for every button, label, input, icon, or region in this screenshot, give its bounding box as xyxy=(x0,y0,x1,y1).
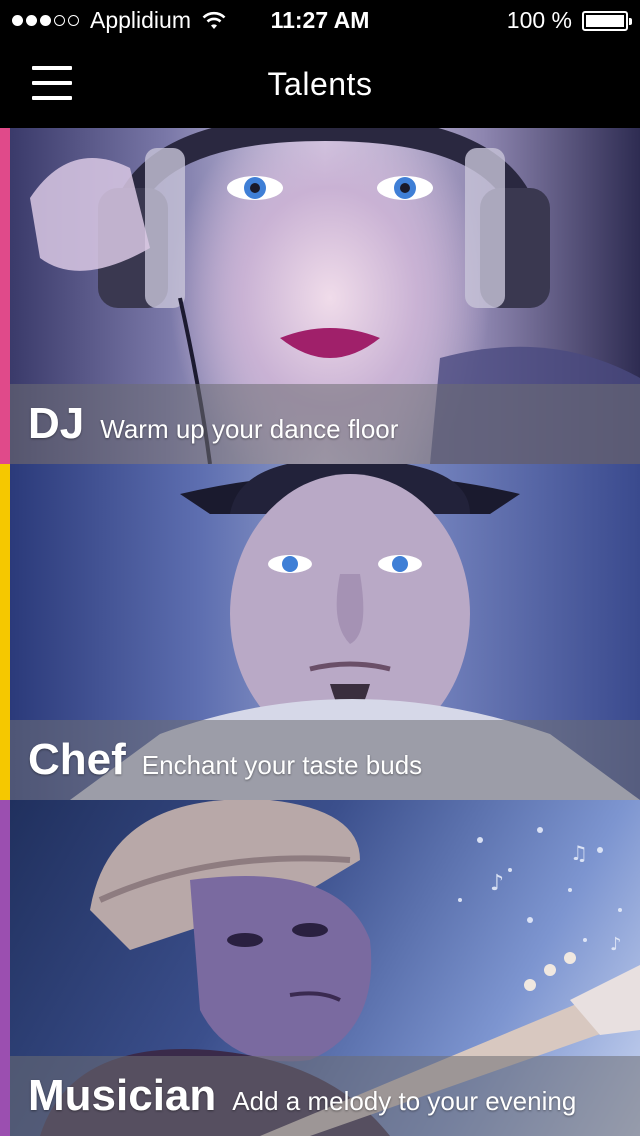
talent-caption: DJ Warm up your dance floor xyxy=(10,384,640,464)
status-bar: Applidium 11:27 AM 100 % xyxy=(0,0,640,40)
accent-bar xyxy=(0,464,10,800)
talent-tagline: Enchant your taste buds xyxy=(141,749,423,780)
talent-caption: Musician Add a melody to your evening xyxy=(10,1056,640,1136)
talent-caption: Chef Enchant your taste buds xyxy=(10,720,640,800)
talents-screen: Applidium 11:27 AM 100 % Talents DJ Warm… xyxy=(0,0,640,1136)
svg-text:♫: ♫ xyxy=(570,841,588,865)
status-right: 100 % xyxy=(506,7,632,34)
talent-title: Musician xyxy=(28,1071,217,1120)
talent-tagline: Warm up your dance floor xyxy=(100,413,399,444)
talent-tagline: Add a melody to your evening xyxy=(232,1085,577,1116)
talent-card-dj[interactable]: DJ Warm up your dance floor xyxy=(0,128,640,464)
talent-title: DJ xyxy=(28,399,85,448)
battery-icon xyxy=(582,10,632,31)
navigation-bar: Talents xyxy=(0,40,640,128)
battery-percentage: 100 % xyxy=(506,7,572,33)
accent-bar xyxy=(0,800,10,1136)
svg-text:♪: ♪ xyxy=(610,934,622,955)
svg-text:♪: ♪ xyxy=(490,871,504,896)
page-title: Talents xyxy=(267,66,373,102)
accent-bar xyxy=(0,128,10,464)
talent-title: Chef xyxy=(28,735,126,784)
talent-card-chef[interactable]: Chef Enchant your taste buds xyxy=(0,464,640,800)
talent-card-musician[interactable]: ♪ ♫ ♪ Musician Add a melody to your even… xyxy=(0,800,640,1136)
